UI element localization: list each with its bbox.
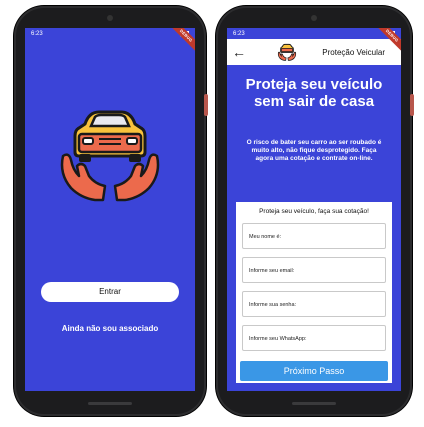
power-button (410, 94, 414, 116)
name-field[interactable]: Meu nome é: (242, 223, 386, 249)
status-bar: 6:23 (227, 28, 401, 39)
car-protection-logo-icon (60, 110, 160, 202)
car-protection-logo-icon (277, 43, 297, 61)
status-bar: 6:23 (31, 29, 189, 39)
home-indicator (292, 402, 336, 405)
hero-title: Proteja seu veículo sem sair de casa (245, 76, 383, 110)
email-field[interactable]: Informe seu email: (242, 257, 386, 283)
front-camera (311, 15, 317, 21)
hero-description: O risco de bater seu carro ao ser roubad… (246, 139, 382, 162)
whatsapp-field[interactable]: Informe seu WhatsApp: (242, 325, 386, 351)
welcome-screen: 6:23 DEBUG Entrar Ainda não sou associad… (25, 28, 195, 391)
not-associate-link[interactable]: Ainda não sou associado (25, 324, 195, 333)
status-time: 6:23 (233, 30, 245, 37)
next-step-button[interactable]: Próximo Passo (240, 361, 388, 381)
front-camera (107, 15, 113, 21)
quote-form: Proteja seu veículo, faça sua cotação! M… (236, 202, 392, 383)
quote-screen: 6:23 ← Proteção Veicular DEBUG Proteja s… (227, 28, 401, 391)
arrow-left-icon[interactable]: ← (229, 44, 249, 60)
home-indicator (88, 402, 132, 405)
right-phone: 6:23 ← Proteção Veicular DEBUG Proteja s… (216, 6, 414, 416)
enter-button[interactable]: Entrar (41, 282, 179, 302)
left-phone: 6:23 DEBUG Entrar Ainda não sou associad… (14, 6, 208, 416)
password-field[interactable]: Informe sua senha: (242, 291, 386, 317)
form-title: Proteja seu veículo, faça sua cotação! (259, 208, 369, 215)
power-button (204, 94, 208, 116)
app-bar-title: Proteção Veicular (322, 47, 385, 57)
app-bar: ← Proteção Veicular (227, 39, 401, 65)
status-time: 6:23 (31, 31, 43, 37)
